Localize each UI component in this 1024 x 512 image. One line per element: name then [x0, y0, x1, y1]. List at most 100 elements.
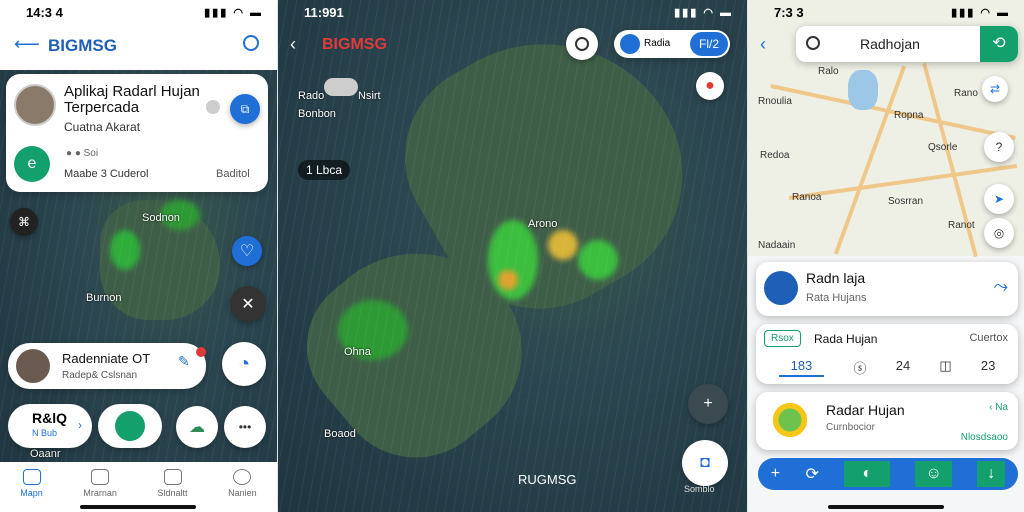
stats-tab[interactable]: 183	[778, 358, 825, 377]
layer-pill[interactable]: R&lQ N Bub ›	[8, 404, 92, 448]
share-button[interactable]: ⧉	[230, 94, 260, 124]
back-icon[interactable]: ‹	[760, 34, 766, 55]
map-label: Nadaain	[758, 240, 796, 251]
download-button[interactable]: ↓	[977, 461, 1006, 487]
map-label: Burnon	[86, 292, 122, 304]
radar-card[interactable]: Radn laja Rata Hujans ⤳	[756, 262, 1018, 316]
status-time: 14:3 4	[26, 4, 63, 20]
card-title: Aplikaj Radarl Hujan Terpercada	[64, 83, 200, 116]
more-button[interactable]: •••	[224, 406, 266, 448]
weather-badge: ‹ Na	[989, 402, 1008, 413]
map-label: Rano	[954, 88, 978, 99]
emoji-button[interactable]: ☺	[915, 461, 952, 487]
map-label: Rnoulia	[758, 96, 792, 107]
info-card[interactable]: Aplikaj Radarl Hujan Terpercada Cuatna A…	[6, 74, 268, 192]
stats-right: Cuertox	[969, 332, 1008, 344]
middle-screen: 11:991 ▮▮▮ ◠ ▬ ‹ BIGMSG Radia Fl/2 ● Rad…	[278, 0, 747, 512]
nav-label: Mrarnan	[83, 487, 117, 498]
chat-icon	[91, 468, 110, 485]
radar-card-subtitle: Radep& Cslsnan	[62, 370, 138, 381]
compass-icon[interactable]: ◎	[984, 218, 1014, 248]
location-pin-icon[interactable]: ●	[696, 72, 724, 100]
left-screen: 14:3 4 ▮▮▮ ◠ ▬ ⟵ BIGMSG Aplikaj Radarl H…	[0, 0, 277, 512]
add-button[interactable]: +	[771, 465, 780, 483]
stats-tab[interactable]: ⓢ	[854, 358, 867, 377]
contrast-button[interactable]: ◐	[844, 461, 891, 487]
zoom-in-button[interactable]: +	[688, 384, 728, 424]
radar-card-title: Radenniate OT	[62, 351, 151, 366]
card-meta: Maabe 3 Cuderol	[64, 168, 149, 180]
back-icon[interactable]: ‹	[290, 34, 296, 55]
sun-icon	[770, 400, 810, 440]
search-button[interactable]	[566, 28, 598, 60]
time-chip[interactable]: 1 Lbca	[298, 160, 351, 180]
search-icon	[575, 37, 589, 51]
more-icon[interactable]	[206, 100, 220, 114]
profile-icon	[233, 468, 252, 485]
status-icons: ▮▮▮ ◠ ▬	[204, 6, 263, 19]
cloud-button[interactable]: ☁	[176, 406, 218, 448]
pill-line-1: R&lQ	[32, 410, 67, 426]
home-icon	[22, 468, 41, 485]
stats-tab[interactable]: 24	[896, 358, 910, 377]
nav-notifications[interactable]: Sldnaltt	[158, 468, 188, 498]
map-label: Boaod	[324, 428, 356, 440]
leaf-button[interactable]	[98, 404, 162, 448]
map-label: Redoa	[760, 150, 790, 161]
weather-action[interactable]: Nlosdsaoo	[961, 432, 1008, 443]
stats-title: Rada Hujan	[814, 332, 878, 346]
app-title: BIGMSG	[48, 36, 117, 55]
layers-icon[interactable]: ⌘	[10, 208, 38, 236]
map-label: Ohna	[344, 346, 371, 358]
globe-icon	[764, 271, 798, 305]
search-input[interactable]: Radhojan	[860, 36, 920, 52]
link-icon[interactable]: ⤳	[994, 276, 1008, 297]
home-indicator	[80, 505, 196, 509]
edit-icon[interactable]: ✎	[178, 353, 190, 370]
status-bar: 14:3 4 ▮▮▮ ◠ ▬	[0, 0, 277, 24]
nav-profile[interactable]: Nanien	[228, 468, 257, 498]
weather-card[interactable]: Radar Hujan Curnbocior ‹ Na Nlosdsaoo	[756, 392, 1018, 450]
navigate-icon[interactable]: ➤	[984, 184, 1014, 214]
chevron-right-icon: ›	[78, 418, 82, 432]
tag-icon: ● ● Soi	[66, 148, 99, 159]
cloud-icon	[324, 78, 358, 96]
back-icon[interactable]: ⟵	[14, 34, 40, 55]
refresh-button[interactable]: ⟳	[806, 464, 819, 484]
stats-tab[interactable]: ◫	[939, 358, 951, 377]
status-icons: ▮▮▮ ◠ ▬	[951, 6, 1010, 19]
logo-icon: e	[14, 146, 50, 182]
map-label: Bonbon	[298, 108, 336, 120]
tool-button[interactable]: ✕	[230, 286, 266, 322]
avatar	[16, 349, 50, 383]
favorite-button[interactable]: ♡	[232, 236, 262, 266]
radar-toggle[interactable]: Radia Fl/2	[614, 30, 730, 58]
bell-icon	[163, 468, 182, 485]
action-bar: + ⟳ ◐ ☺ ↓	[758, 458, 1018, 490]
share-icon[interactable]: ⇄	[982, 76, 1008, 102]
help-icon[interactable]: ?	[984, 132, 1014, 162]
tag-label: Soi	[83, 148, 99, 159]
map-label: Arono	[528, 218, 558, 230]
app-title: BIGMSG	[322, 36, 387, 53]
leaf-icon	[115, 411, 145, 441]
status-bar: 7:3 3 ▮▮▮ ◠ ▬	[748, 0, 1024, 24]
stats-card[interactable]: Rsox Rada Hujan Cuertox 183 ⓢ 24 ◫ 23	[756, 324, 1018, 384]
search-icon[interactable]	[243, 35, 259, 51]
nav-map[interactable]: Mapn	[20, 468, 43, 498]
stats-tab[interactable]: 23	[981, 358, 995, 377]
toggle-value[interactable]: Fl/2	[690, 32, 728, 56]
map-label: Ranot	[948, 220, 975, 231]
map-label: Ranoa	[792, 192, 822, 203]
message-button[interactable]: ◘	[682, 440, 728, 486]
map-label: Ropna	[894, 110, 924, 121]
stats-tabs: 183 ⓢ 24 ◫ 23	[764, 358, 1010, 377]
locate-icon[interactable]: ⟲	[980, 26, 1018, 62]
nav-chat[interactable]: Mrarnan	[83, 468, 117, 498]
card-subtitle: Cuatna Akarat	[64, 120, 141, 134]
radar-card[interactable]: Radenniate OT Radep& Cslsnan ✎	[8, 343, 206, 389]
search-bar[interactable]: Radhojan ⟲	[796, 26, 1018, 62]
bottom-label: RUGMSG	[518, 472, 577, 487]
status-bar: 11:991 ▮▮▮ ◠ ▬	[278, 0, 747, 24]
chat-button[interactable]: ◔	[222, 342, 266, 386]
